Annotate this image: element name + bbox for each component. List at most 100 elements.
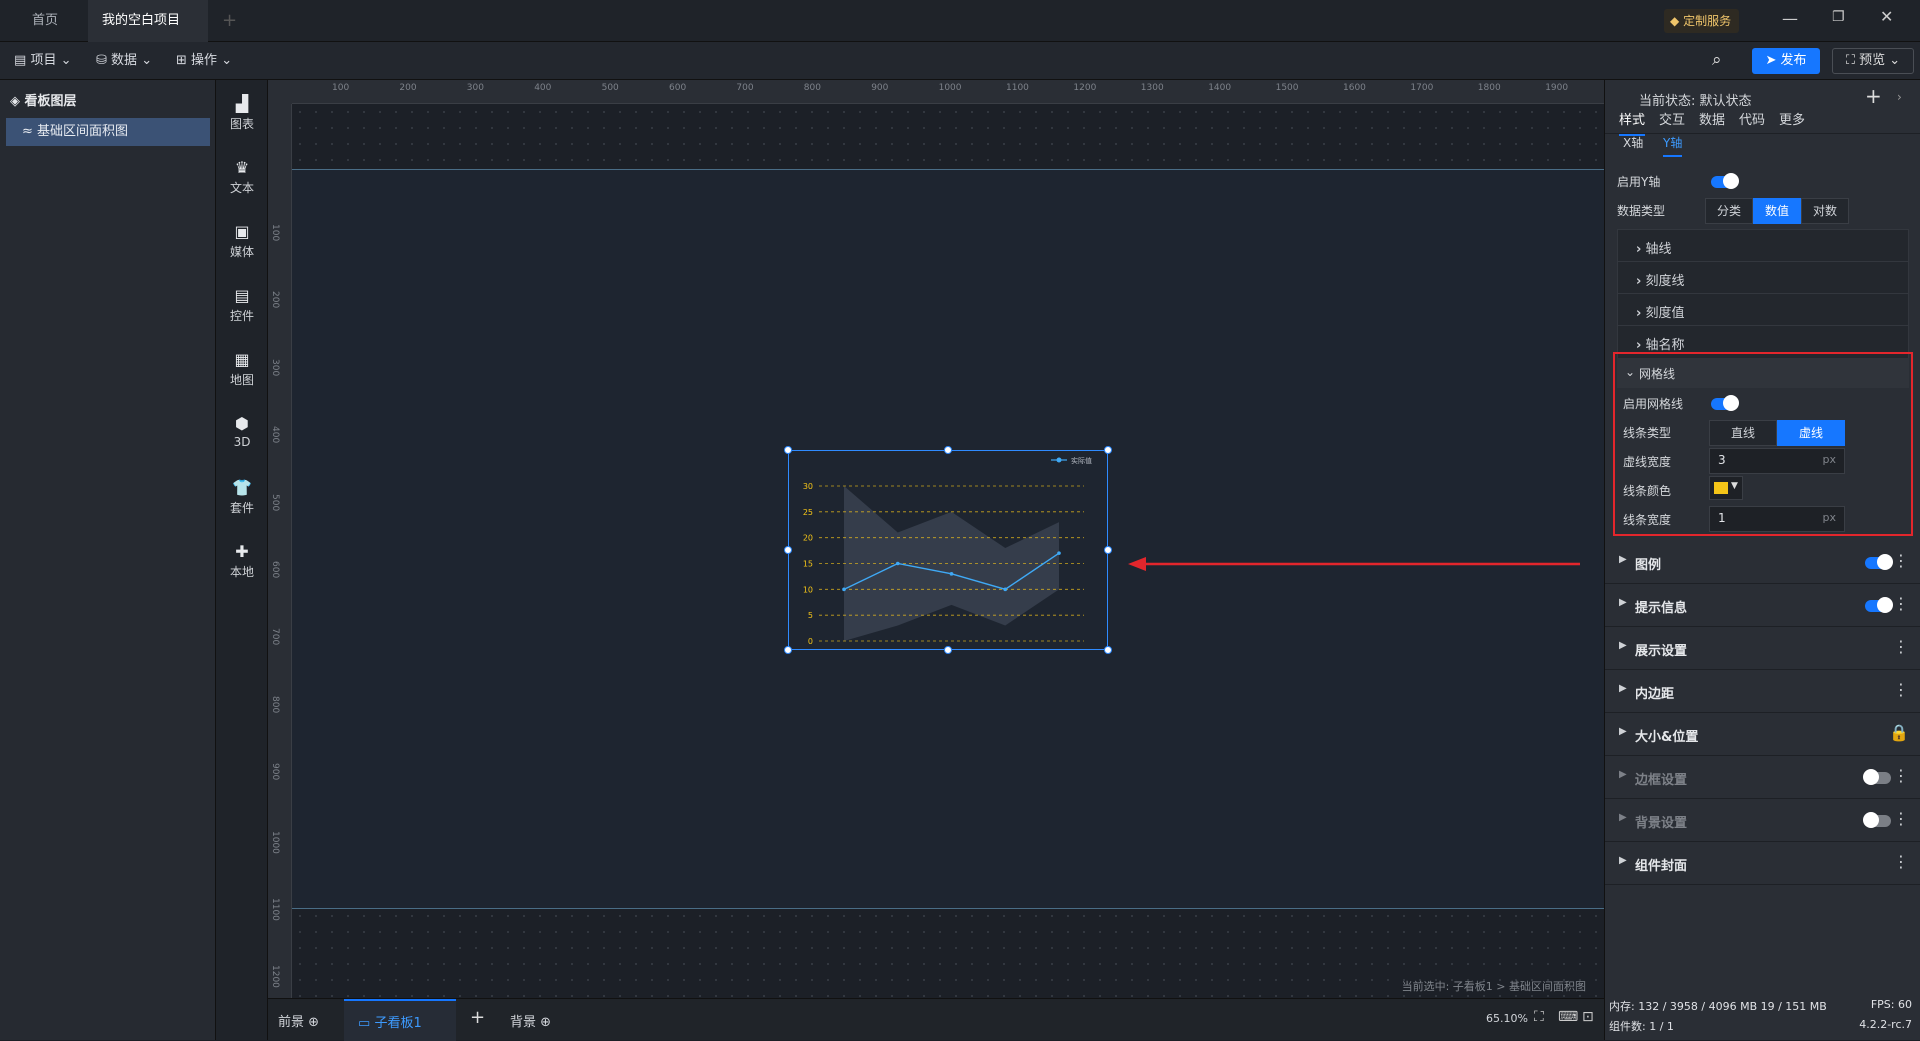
section-tick-line[interactable]: › 刻度线 [1617, 261, 1909, 295]
minimize-icon[interactable]: — [1782, 9, 1798, 28]
resize-handle[interactable] [1104, 446, 1112, 454]
horizontal-ruler: 100 200 300 400 500 600 700 800 900 1000 1100 1200 1… [292, 80, 1604, 104]
section-background[interactable]: ▶ 背景设置 ⋮ [1605, 799, 1920, 842]
resize-handle[interactable] [1104, 546, 1112, 554]
ruler-tick-label: 700 [736, 83, 754, 93]
tab-project[interactable]: 我的空白项目 [88, 0, 208, 67]
data-point [949, 572, 954, 576]
more-icon[interactable]: ⋮ [1893, 594, 1909, 613]
restore-icon[interactable]: ❐ [1832, 9, 1845, 25]
section-axis-line[interactable]: › 轴线 [1617, 229, 1909, 263]
tooltip-toggle[interactable] [1865, 597, 1893, 613]
tool-media[interactable]: ▣ 媒体 [216, 222, 268, 260]
tab-data[interactable]: 数据 [1699, 109, 1725, 128]
layer-item[interactable]: ≈ 基础区间面积图 [6, 118, 210, 146]
more-icon[interactable]: ⋮ [1893, 852, 1909, 871]
subtab-y-axis[interactable]: Y轴 [1663, 134, 1683, 157]
section-cover[interactable]: ▶ 组件封面 ⋮ [1605, 842, 1920, 885]
chevron-down-icon: ⌄ [1625, 365, 1636, 379]
keyboard-icon[interactable]: ⌨ [1558, 1009, 1578, 1025]
line-type-solid[interactable]: 直线 [1709, 420, 1777, 446]
resize-handle[interactable] [1104, 646, 1112, 654]
background-tab[interactable]: 背景 ⊕ [510, 1011, 551, 1030]
more-icon[interactable]: ⋮ [1893, 680, 1909, 699]
line-type-dashed[interactable]: 虚线 [1777, 420, 1845, 446]
chevron-right-icon[interactable]: › [1897, 90, 1902, 104]
tab-style[interactable]: 样式 [1619, 109, 1646, 136]
section-size-position[interactable]: ▶ 大小&位置 🔒 [1605, 713, 1920, 756]
enable-y-toggle[interactable] [1711, 173, 1739, 189]
tool-control[interactable]: ▤ 控件 [216, 286, 268, 324]
data-type-value[interactable]: 数值 [1753, 198, 1801, 224]
more-icon[interactable]: ⋮ [1893, 551, 1909, 570]
tool-3d[interactable]: ⬢ 3D [216, 414, 268, 449]
add-circle-icon: ⊕ [540, 1015, 552, 1030]
search-icon[interactable]: ⌕ [1712, 50, 1722, 70]
component-count: 组件数: 1 / 1 [1609, 1020, 1674, 1033]
section-tick-value[interactable]: › 刻度值 [1617, 293, 1909, 327]
line-width-input[interactable]: 1 px [1709, 506, 1845, 532]
section-legend[interactable]: ▶ 图例 ⋮ [1605, 541, 1920, 584]
menu-project[interactable]: ▤ 项目 ⌄ [14, 42, 71, 80]
vertical-ruler: 100 200 300 400 500 600 700 800 900 1000 1100 1200 [268, 104, 292, 998]
tool-suite[interactable]: 👕 套件 [216, 478, 268, 516]
line-color-picker[interactable]: ▼ [1709, 476, 1743, 500]
section-border[interactable]: ▶ 边框设置 ⋮ [1605, 756, 1920, 799]
tab-code[interactable]: 代码 [1739, 109, 1765, 128]
terminal-icon[interactable]: ⊡ [1582, 1009, 1594, 1025]
tab-interaction[interactable]: 交互 [1659, 109, 1685, 128]
subboard-tab[interactable]: ▭ 子看板1 [344, 999, 456, 1041]
tool-text[interactable]: ♛ 文本 [216, 158, 268, 196]
zoom-level[interactable]: 65.10% [1486, 1012, 1528, 1025]
resize-handle[interactable] [784, 646, 792, 654]
enable-grid-toggle[interactable] [1711, 395, 1739, 411]
monitor-icon: ▭ [358, 1016, 371, 1031]
y-tick-label: 25 [803, 508, 813, 517]
data-type-log[interactable]: 对数 [1801, 198, 1849, 224]
ruler-tick-label: 1300 [1140, 83, 1164, 93]
section-tooltip[interactable]: ▶ 提示信息 ⋮ [1605, 584, 1920, 627]
foreground-tab[interactable]: 前景 ⊕ [278, 1011, 319, 1030]
tab-home[interactable]: 首页 [18, 0, 72, 42]
caret-down-icon: ▼ [1731, 481, 1738, 491]
new-tab-icon[interactable]: + [222, 10, 237, 31]
data-point [1057, 551, 1061, 555]
publish-button[interactable]: ➤ 发布 [1752, 48, 1820, 74]
ruler-tick-label: 800 [803, 83, 821, 93]
tab-more[interactable]: 更多 [1779, 109, 1805, 128]
subtab-x-axis[interactable]: X轴 [1623, 134, 1643, 151]
menu-operate[interactable]: ⊞ 操作 ⌄ [176, 42, 232, 80]
menu-data[interactable]: ⛁ 数据 ⌄ [96, 42, 152, 80]
dash-width-input[interactable]: 3 px [1709, 448, 1845, 474]
tool-map[interactable]: ▦ 地图 [216, 350, 268, 388]
more-icon[interactable]: ⋮ [1893, 809, 1909, 828]
title-bar: 首页 我的空白项目 + ◆ 定制服务 — ❐ ✕ [0, 0, 1920, 67]
section-display[interactable]: ▶ 展示设置 ⋮ [1605, 627, 1920, 670]
data-type-category[interactable]: 分类 [1705, 198, 1753, 224]
resize-handle[interactable] [944, 446, 952, 454]
fit-screen-icon[interactable]: ⛶ [1534, 1009, 1544, 1025]
layer-panel: ◈ 看板图层 ≈ 基础区间面积图 [0, 80, 216, 1040]
ruler-tick-label: 1900 [1545, 83, 1569, 93]
resize-handle[interactable] [784, 546, 792, 554]
legend-toggle[interactable] [1865, 554, 1893, 570]
add-board-icon[interactable]: + [470, 1007, 485, 1028]
tool-chart[interactable]: ▟ 图表 [216, 94, 268, 132]
ruler-tick-label: 300 [466, 83, 484, 93]
close-icon[interactable]: ✕ [1880, 7, 1893, 26]
resize-handle[interactable] [944, 646, 952, 654]
tool-local[interactable]: ✚ 本地 [216, 542, 268, 580]
resize-handle[interactable] [784, 446, 792, 454]
canvas-area[interactable]: 100 200 300 400 500 600 700 800 900 1000 1100 1200 1… [268, 80, 1604, 998]
more-icon[interactable]: ⋮ [1893, 637, 1909, 656]
section-padding[interactable]: ▶ 内边距 ⋮ [1605, 670, 1920, 713]
area-chart-icon: ≈ [22, 124, 33, 139]
lock-icon[interactable]: 🔒 [1889, 723, 1909, 742]
chart-widget[interactable]: 30 25 20 15 10 5 0 实际值 [788, 450, 1108, 650]
preview-button[interactable]: ⛶ 预览 ⌄ [1832, 48, 1914, 74]
custom-service-button[interactable]: ◆ 定制服务 [1664, 9, 1740, 33]
more-icon[interactable]: ⋮ [1893, 766, 1909, 785]
border-toggle[interactable] [1863, 769, 1891, 785]
background-toggle[interactable] [1863, 812, 1891, 828]
section-gridline-header[interactable]: ⌄ 网格线 [1617, 358, 1909, 388]
